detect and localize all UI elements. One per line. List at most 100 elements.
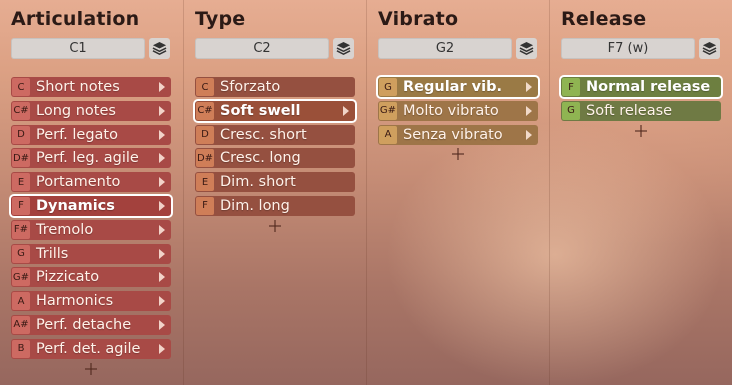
key-badge: C# <box>12 101 30 120</box>
plus-icon[interactable] <box>269 219 281 232</box>
key-badge: B <box>12 339 30 358</box>
item-label: Dynamics <box>36 197 115 214</box>
keyswitch-field[interactable]: C2 <box>195 38 329 59</box>
list-item[interactable]: A Senza vibrato <box>378 124 538 145</box>
plus-icon[interactable] <box>635 124 647 137</box>
column-articulation: Articulation C1 C Short notes C# Long note… <box>0 0 183 385</box>
key-badge: G <box>379 78 397 96</box>
articulation-list: C Short notes C# Long notes D Perf. legato … <box>11 77 171 375</box>
key-badge: F# <box>12 220 30 239</box>
item-label: Dim. short <box>220 174 296 191</box>
item-label: Dim. long <box>220 197 290 214</box>
list-item[interactable]: B Perf. det. agile <box>11 338 171 359</box>
item-label: Short notes <box>36 79 120 95</box>
keyswitch-field[interactable]: C1 <box>11 38 145 59</box>
plus-icon[interactable] <box>85 362 97 375</box>
articulation-panel: Articulation C1 C Short notes C# Long note… <box>0 0 732 385</box>
key-badge: F <box>562 78 580 96</box>
type-list: C Sforzato C# Soft swell D Cresc. short D# C… <box>195 77 355 232</box>
key-selector: G2 <box>378 38 537 59</box>
list-item-selected[interactable]: F Normal release <box>561 77 721 97</box>
chevron-right-icon[interactable] <box>159 272 165 283</box>
item-label: Cresc. long <box>220 150 301 167</box>
layers-button[interactable] <box>149 38 170 59</box>
list-item[interactable]: D# Cresc. long <box>195 148 355 169</box>
key-badge: D <box>196 125 214 144</box>
chevron-right-icon[interactable] <box>159 296 165 307</box>
chevron-right-icon[interactable] <box>526 129 532 140</box>
list-item[interactable]: D Cresc. short <box>195 124 355 145</box>
item-label: Perf. leg. agile <box>36 150 139 167</box>
item-label: Soft swell <box>220 102 301 119</box>
item-label: Senza vibrato <box>403 126 503 143</box>
key-badge: E <box>196 173 214 192</box>
list-item[interactable]: C Sforzato <box>195 77 355 97</box>
key-badge: F <box>196 196 214 215</box>
chevron-right-icon[interactable] <box>159 319 165 330</box>
keyswitch-field[interactable]: G2 <box>378 38 512 59</box>
key-selector: C1 <box>11 38 170 59</box>
item-label: Pizzicato <box>36 269 100 286</box>
layers-button[interactable] <box>516 38 537 59</box>
list-item[interactable]: C Short notes <box>11 77 171 97</box>
item-label: Molto vibrato <box>403 102 499 119</box>
chevron-right-icon[interactable] <box>526 105 532 116</box>
list-item[interactable]: F# Tremolo <box>11 219 171 240</box>
item-label: Normal release <box>586 79 711 95</box>
release-list: F Normal release G Soft release <box>561 77 721 137</box>
list-item[interactable]: G# Pizzicato <box>11 267 171 288</box>
column-release: Release F7 (w) F Normal release G Soft rel… <box>549 0 732 385</box>
layers-button[interactable] <box>333 38 354 59</box>
layers-icon <box>152 41 167 55</box>
key-selector: F7 (w) <box>561 38 720 59</box>
key-badge: F <box>12 196 30 215</box>
list-item[interactable]: C# Long notes <box>11 100 171 121</box>
chevron-right-icon[interactable] <box>526 82 532 92</box>
column-vibrato: Vibrato G2 G Regular vib. G# Molto vibrato… <box>366 0 549 385</box>
item-label: Perf. legato <box>36 126 118 143</box>
list-item[interactable]: G Trills <box>11 243 171 264</box>
key-badge: G# <box>379 101 397 120</box>
list-item-selected[interactable]: F Dynamics <box>11 195 171 216</box>
chevron-right-icon[interactable] <box>159 129 165 140</box>
list-item[interactable]: G Soft release <box>561 100 721 121</box>
chevron-right-icon[interactable] <box>159 105 165 116</box>
list-item[interactable]: A# Perf. detache <box>11 314 171 335</box>
list-item-selected[interactable]: C# Soft swell <box>195 100 355 121</box>
key-badge: A <box>12 292 30 311</box>
list-item-selected[interactable]: G Regular vib. <box>378 77 538 97</box>
chevron-right-icon[interactable] <box>159 248 165 259</box>
chevron-right-icon[interactable] <box>159 200 165 211</box>
plus-icon[interactable] <box>452 148 464 161</box>
item-label: Trills <box>36 245 69 262</box>
layers-button[interactable] <box>699 38 720 59</box>
chevron-right-icon[interactable] <box>343 105 349 116</box>
column-title: Release <box>561 8 647 30</box>
chevron-right-icon[interactable] <box>159 153 165 164</box>
item-label: Perf. detache <box>36 316 132 333</box>
list-item[interactable]: E Dim. short <box>195 172 355 193</box>
list-item[interactable]: A Harmonics <box>11 291 171 312</box>
chevron-right-icon[interactable] <box>159 224 165 235</box>
list-item[interactable]: G# Molto vibrato <box>378 100 538 121</box>
key-badge: C <box>196 78 214 96</box>
column-title: Type <box>195 8 246 30</box>
list-item[interactable]: F Dim. long <box>195 195 355 216</box>
list-item[interactable]: E Portamento <box>11 172 171 193</box>
list-item[interactable]: D Perf. legato <box>11 124 171 145</box>
list-item[interactable]: D# Perf. leg. agile <box>11 148 171 169</box>
item-label: Harmonics <box>36 293 114 310</box>
layers-icon <box>336 41 351 55</box>
key-badge: C <box>12 78 30 96</box>
chevron-right-icon[interactable] <box>159 177 165 188</box>
item-label: Long notes <box>36 102 116 119</box>
key-badge: E <box>12 173 30 192</box>
item-label: Cresc. short <box>220 126 307 143</box>
chevron-right-icon[interactable] <box>159 343 165 354</box>
chevron-right-icon[interactable] <box>159 82 165 92</box>
item-label: Regular vib. <box>403 79 502 95</box>
key-badge: D# <box>196 149 214 168</box>
key-selector: C2 <box>195 38 354 59</box>
column-title: Articulation <box>11 8 140 30</box>
keyswitch-field[interactable]: F7 (w) <box>561 38 695 59</box>
